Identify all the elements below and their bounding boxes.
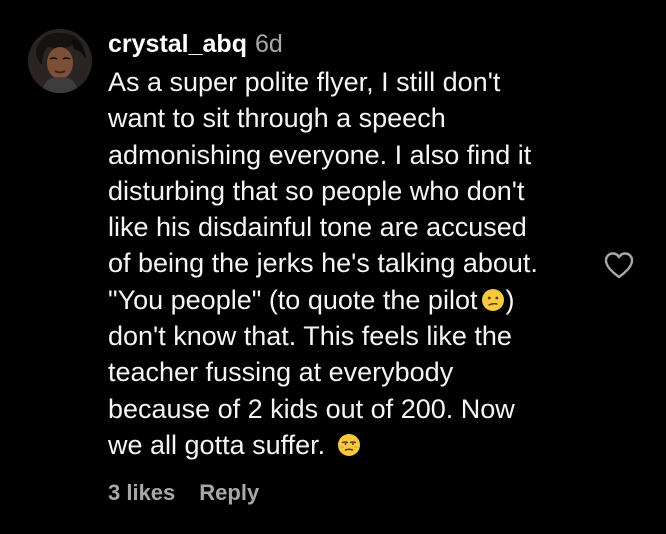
comment-line: like his disdainful tone are accused	[108, 212, 527, 243]
username[interactable]: crystal_abq	[108, 30, 247, 59]
avatar-image	[28, 29, 92, 93]
closing-paren: )	[505, 284, 515, 315]
comment-line: don't know that. This feels like the	[108, 321, 512, 352]
comment-line: of being the jerks he's talking about.	[108, 248, 538, 279]
comment-line: want to sit through a speech	[108, 103, 446, 134]
confused-face-emoji-icon	[482, 288, 505, 311]
comment-line: admonishing everyone. I also find it	[108, 139, 532, 170]
reply-button[interactable]: Reply	[199, 480, 259, 506]
timestamp[interactable]: 6d	[255, 30, 283, 59]
likes-count-link[interactable]: 3 likes	[108, 480, 175, 506]
comment-line: because of 2 kids out of 200. Now	[108, 393, 515, 424]
comment-line: teacher fussing at everybody	[108, 357, 454, 388]
comment-line: disturbing that so people who don't	[108, 175, 525, 206]
comment-line: As a super polite flyer, I still don't	[108, 67, 501, 97]
heart-outline-icon[interactable]	[603, 250, 635, 280]
avatar[interactable]	[28, 29, 92, 93]
comment-line: "You people" (to quote the pilot	[108, 284, 478, 315]
comment-header: crystal_abq 6d	[108, 30, 283, 62]
comment-line-with-emoji: we all gotta suffer.	[108, 427, 598, 463]
comment-footer: 3 likes Reply	[108, 480, 259, 506]
comment-line: we all gotta suffer.	[108, 429, 326, 460]
comment-text: As a super polite flyer, I still don't w…	[108, 64, 598, 463]
comment: crystal_abq 6d As a super polite flyer, …	[0, 0, 666, 534]
comment-line-with-emoji: "You people" (to quote the pilot )	[108, 282, 598, 318]
unamused-face-emoji-icon	[337, 433, 360, 456]
